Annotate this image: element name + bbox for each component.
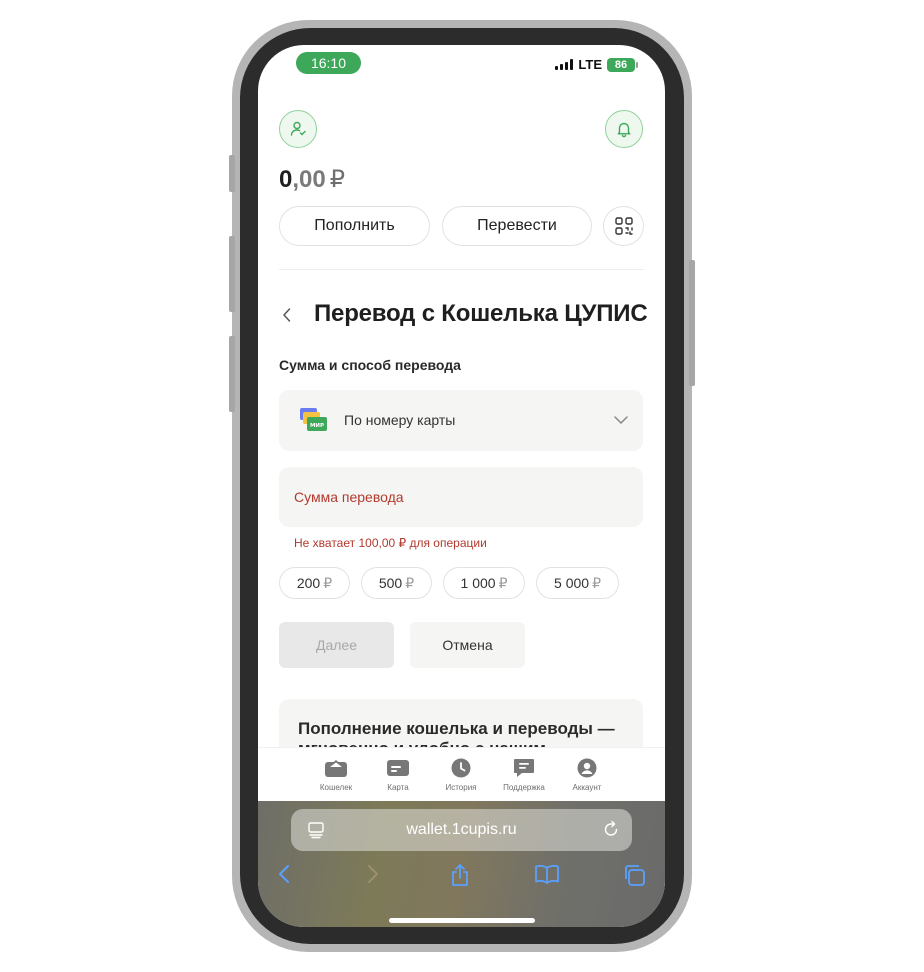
notifications-button[interactable] [605, 110, 643, 148]
qr-scan-button[interactable] [603, 206, 644, 246]
chat-icon [514, 759, 534, 777]
balance-currency: ₽ [329, 166, 346, 193]
chip-amount: 5 000 [554, 575, 590, 591]
tab-label: Поддержка [503, 783, 545, 792]
tab-label: Кошелек [319, 783, 353, 792]
status-indicators: LTE 86 [555, 57, 638, 72]
amount-placeholder: Сумма перевода [294, 489, 404, 505]
tab-label: Аккаунт [572, 783, 602, 792]
tab-card[interactable]: Карта [368, 758, 428, 792]
url-text: wallet.1cupis.ru [406, 821, 517, 838]
status-time: 16:10 [296, 52, 361, 74]
back-button[interactable] [282, 301, 298, 329]
amount-chip-1000[interactable]: 1 000 ₽ [443, 567, 525, 599]
chip-currency: ₽ [405, 574, 415, 591]
transfer-method-select[interactable]: МИР По номеру карты [279, 390, 643, 451]
reload-icon[interactable] [602, 820, 620, 838]
forward-arrow-icon[interactable] [365, 863, 381, 885]
side-button-volume-up [229, 236, 235, 312]
next-button[interactable]: Далее [279, 622, 394, 668]
side-button-volume-down [229, 336, 235, 412]
page-menu-icon[interactable] [307, 821, 325, 839]
clock-icon [451, 758, 471, 778]
section-label: Сумма и способ перевода [279, 357, 461, 373]
tab-account[interactable]: Аккаунт [557, 758, 617, 792]
tab-wallet[interactable]: Кошелек [306, 758, 366, 792]
chip-amount: 200 [296, 575, 321, 591]
chip-currency: ₽ [592, 574, 601, 591]
user-icon [577, 758, 597, 778]
balance-decimal: ,00 [292, 166, 326, 193]
tab-label: История [445, 783, 477, 792]
tab-support[interactable]: Поддержка [494, 758, 554, 792]
tab-history[interactable]: История [431, 758, 491, 792]
signal-icon [555, 59, 574, 70]
tabs-icon[interactable] [622, 863, 646, 887]
chip-amount: 500 [378, 575, 403, 591]
user-check-icon [290, 121, 306, 136]
chip-currency: ₽ [498, 574, 508, 591]
bank-cards-icon: МИР [300, 408, 327, 431]
transfer-method-label: По номеру карты [344, 412, 456, 428]
qr-scan-icon [614, 217, 633, 235]
transfer-button[interactable]: Перевести [442, 206, 592, 246]
amount-chip-500[interactable]: 500 ₽ [361, 567, 432, 599]
back-arrow-icon[interactable] [276, 863, 292, 885]
chip-currency: ₽ [323, 574, 333, 591]
section-divider [279, 269, 644, 270]
profile-button[interactable] [279, 110, 317, 148]
insufficient-funds-error: Не хватает 100,00 ₽ для операции [294, 536, 487, 550]
bottom-tab-bar: Кошелек Карта История Поддержка Аккаунт [258, 747, 665, 801]
side-button-power [689, 260, 695, 386]
chevron-down-icon [614, 416, 628, 424]
cancel-button[interactable]: Отмена [410, 622, 525, 668]
tab-label: Карта [387, 783, 409, 792]
wallet-balance: 0,00 ₽ [279, 165, 345, 194]
amount-chip-5000[interactable]: 5 000 ₽ [536, 567, 619, 599]
amount-input[interactable]: Сумма перевода [279, 467, 643, 527]
status-bar: 16:10 LTE 86 [258, 45, 665, 89]
chevron-left-icon [283, 308, 291, 322]
battery-icon: 86 [607, 57, 638, 72]
share-icon[interactable] [449, 863, 471, 887]
mir-label: МИР [310, 423, 324, 429]
network-label: LTE [578, 57, 602, 72]
wallet-icon [325, 760, 347, 777]
home-indicator [389, 918, 535, 923]
browser-toolbar: wallet.1cupis.ru [258, 801, 665, 927]
bell-icon [617, 122, 631, 138]
balance-integer: 0 [279, 166, 293, 193]
bookmarks-icon[interactable] [534, 863, 560, 885]
topup-button[interactable]: Пополнить [279, 206, 430, 246]
phone-screen: 16:10 LTE 86 0,00₽ Пополнить Перевести [258, 45, 665, 927]
page-title: Перевод с Кошелька ЦУПИС [314, 300, 648, 327]
side-button-mute [229, 155, 235, 192]
address-bar[interactable]: wallet.1cupis.ru [291, 809, 632, 851]
card-icon [387, 760, 409, 776]
amount-chip-200[interactable]: 200 ₽ [279, 567, 350, 599]
chip-amount: 1 000 [460, 575, 496, 591]
